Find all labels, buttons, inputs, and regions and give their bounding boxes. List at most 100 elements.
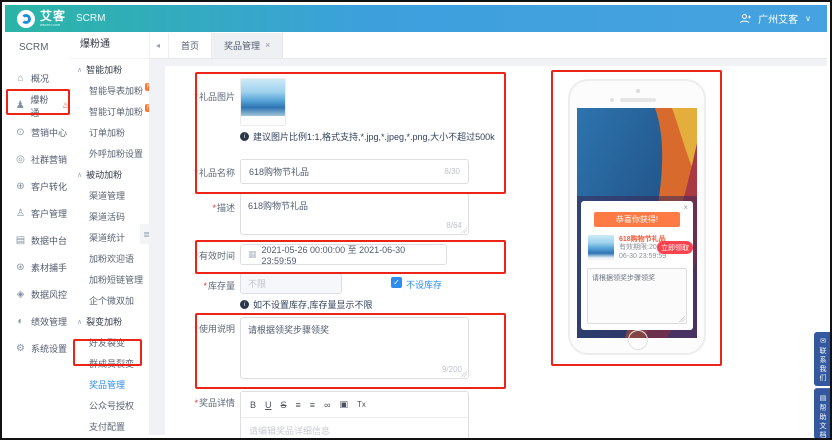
submenu-item-label: 渠道统计 bbox=[89, 231, 125, 244]
editor-image-icon[interactable]: ▣ bbox=[339, 399, 348, 410]
tab-bar: ◂ 首页 奖品管理 × bbox=[150, 32, 827, 59]
home-icon: ⌂ bbox=[15, 73, 26, 84]
calendar-icon: ▦ bbox=[248, 249, 257, 260]
gauge-icon: ◐ bbox=[15, 316, 26, 327]
claim-now-button[interactable]: 立即领取 bbox=[657, 241, 693, 254]
usage-textarea[interactable]: 请根据领奖步骤领奖 9/200 bbox=[240, 317, 469, 379]
submenu-item-smart-import-fan[interactable]: 智能导表加粉NEW bbox=[70, 80, 149, 101]
fan-user-icon: ♟ bbox=[15, 100, 25, 111]
gift-name-label: *礼品名称 bbox=[183, 166, 235, 179]
sidebar-item-material-hunter[interactable]: ⊛素材捕手 bbox=[5, 254, 70, 281]
editor-unordered-list-icon[interactable]: ≡ bbox=[310, 400, 315, 410]
phone-screen: × 恭喜你获得! 618购物节礼品 有效期限:2021-06-30 23:59:… bbox=[577, 108, 697, 338]
shield-icon: ◈ bbox=[15, 289, 26, 300]
phone-speaker-icon bbox=[620, 98, 656, 102]
chevron-down-icon: ∨ bbox=[805, 14, 811, 23]
description-value: 618购物节礼品 bbox=[248, 201, 308, 211]
submenu-group-passive-fan-add[interactable]: ∧被动加粉 bbox=[70, 164, 149, 185]
sidebar-item-customer-conversion[interactable]: ⊕客户转化 bbox=[5, 173, 70, 200]
sub-sidebar: 爆粉通 ∧智能加粉智能导表加粉NEW智能订单加粉NEW订单加粉外呼加粉设置∧被动… bbox=[70, 32, 150, 435]
submenu-group-fission-fan-add[interactable]: ∧裂变加粉 bbox=[70, 311, 149, 332]
submenu-group-smart-fan-add[interactable]: ∧智能加粉 bbox=[70, 59, 149, 80]
submenu-item-official-account-auth[interactable]: 公众号授权 bbox=[70, 395, 149, 416]
editor-clear-format-icon[interactable]: Tx bbox=[357, 400, 366, 409]
sidebar-title: SCRM bbox=[5, 32, 70, 65]
logo-text-block: 艾客 wscrm.com bbox=[40, 10, 66, 27]
submenu-item-outbound-fan-settings[interactable]: 外呼加粉设置 bbox=[70, 143, 149, 164]
submenu-item-channel-livecode[interactable]: 渠道活码 bbox=[70, 206, 149, 227]
collapse-arrow-icon: ∧ bbox=[77, 171, 82, 179]
left-sidebar: SCRM ⌂概况 ♟ 爆粉通 ♨ ⊙营销中心◎社群营销⊕客户转化♙客户管理▤数据中台⊛素… bbox=[5, 32, 71, 435]
sidebar-item-data-risk[interactable]: ◈ 数据风控 bbox=[5, 281, 70, 308]
submenu-item-qiwei-double-add[interactable]: 企个微双加 bbox=[70, 290, 149, 311]
submenu-item-label: 加粉短链管理 bbox=[89, 273, 143, 286]
submenu-item-label: 群成员裂变 bbox=[89, 357, 134, 370]
description-counter: 8/64 bbox=[446, 221, 462, 230]
sidebar-item-data-center[interactable]: ▤数据中台 bbox=[5, 227, 70, 254]
tab-prize-management[interactable]: 奖品管理 × bbox=[211, 33, 283, 58]
help-docs-label: 帮助文档 bbox=[820, 404, 827, 440]
popup-close-icon[interactable]: × bbox=[683, 203, 688, 212]
required-mark: * bbox=[194, 168, 198, 178]
hot-badge-icon: ♨ bbox=[62, 100, 70, 111]
prize-instructions-text: 请根据领奖步骤领奖 bbox=[592, 275, 655, 282]
editor-ordered-list-icon[interactable]: ≡ bbox=[296, 400, 301, 410]
logo-icon bbox=[17, 10, 35, 28]
sidebar-item-system-settings[interactable]: ⚙系统设置 bbox=[5, 335, 70, 362]
submenu-item-fan-welcome-message[interactable]: 加粉欢迎语 bbox=[70, 248, 149, 269]
prize-detail-label-text: 奖品详情 bbox=[199, 398, 235, 408]
tab-home[interactable]: 首页 bbox=[168, 33, 211, 58]
submenu-item-label: 公众号授权 bbox=[89, 399, 134, 412]
submenu-item-channel-stats[interactable]: 渠道统计 bbox=[70, 227, 149, 248]
sidebar-item-label: 绩效管理 bbox=[31, 315, 67, 328]
editor-link-icon[interactable]: ∞ bbox=[324, 400, 330, 410]
resize-grip-icon[interactable] bbox=[461, 227, 467, 233]
submenu-item-fan-shortlink-management[interactable]: 加粉短链管理 bbox=[70, 269, 149, 290]
contact-us-button[interactable]: ✉ 联系我们 bbox=[814, 332, 832, 386]
resize-grip-icon bbox=[679, 316, 685, 322]
topbar-user-area[interactable]: 广州艾客 ∨ bbox=[739, 11, 811, 26]
prize-instructions-box: 请根据领奖步骤领奖 bbox=[587, 268, 687, 324]
sidebar-item-label: 数据风控 bbox=[31, 288, 67, 301]
sidebar-item-customer-management[interactable]: ♙客户管理 bbox=[5, 200, 70, 227]
submenu-item-smart-order-fan[interactable]: 智能订单加粉NEW bbox=[70, 101, 149, 122]
gift-image-thumbnail[interactable] bbox=[240, 78, 286, 126]
editor-bold-icon[interactable]: B bbox=[250, 400, 256, 410]
contact-us-label: 联系我们 bbox=[820, 347, 827, 383]
sidebar-item-marketing-center[interactable]: ⊙营销中心 bbox=[5, 119, 70, 146]
sidebar-item-overview[interactable]: ⌂概况 bbox=[5, 65, 70, 92]
submenu-item-label: 智能导表加粉 bbox=[89, 84, 143, 97]
required-mark: * bbox=[194, 398, 198, 408]
sidebar-item-community-marketing[interactable]: ◎社群营销 bbox=[5, 146, 70, 173]
editor-strikethrough-icon[interactable]: S bbox=[281, 400, 287, 410]
tab-close-icon[interactable]: × bbox=[265, 40, 270, 50]
sidebar-item-performance-management[interactable]: ◐ 绩效管理 bbox=[5, 308, 70, 335]
submenu-item-prize-management[interactable]: 奖品管理 bbox=[70, 374, 149, 395]
resize-grip-icon[interactable] bbox=[461, 371, 467, 377]
collapse-arrow-icon: ∧ bbox=[77, 318, 82, 326]
valid-time-range-input[interactable]: ▦ 2021-05-26 00:00:00 至 2021-06-30 23:59… bbox=[240, 244, 447, 265]
submenu-item-friend-fission[interactable]: 好友裂变 bbox=[70, 332, 149, 353]
sidebar-item-fan-blast[interactable]: ♟ 爆粉通 ♨ bbox=[5, 92, 70, 119]
database-icon: ▤ bbox=[15, 235, 26, 246]
description-textarea[interactable]: 618购物节礼品 8/64 bbox=[240, 193, 469, 235]
sidebar-item-label: 爆粉通 bbox=[30, 93, 56, 119]
help-docs-button[interactable]: ▤ 帮助文档 bbox=[814, 388, 832, 439]
submenu-item-payment-config[interactable]: 支付配置 bbox=[70, 416, 149, 437]
editor-underline-icon[interactable]: U bbox=[265, 400, 272, 410]
gift-name-input[interactable]: 618购物节礼品 8/30 bbox=[240, 159, 469, 184]
info-icon: i bbox=[240, 132, 249, 141]
no-stock-checkbox-label[interactable]: 不设库存 bbox=[406, 278, 442, 291]
submenu-item-group-member-fission[interactable]: 群成员裂变 bbox=[70, 353, 149, 374]
gift-name-label-text: 礼品名称 bbox=[199, 168, 235, 178]
description-label-text: 描述 bbox=[217, 203, 235, 213]
submenu-item-channel-management[interactable]: 渠道管理 bbox=[70, 185, 149, 206]
stock-hint: i 如不设置库存,库存量显示不限 bbox=[240, 298, 373, 311]
submenu-item-order-fan[interactable]: 订单加粉 bbox=[70, 122, 149, 143]
no-stock-checkbox[interactable]: ✓ bbox=[391, 277, 402, 288]
stock-input[interactable]: 不限 bbox=[240, 273, 342, 294]
sidebar-item-label: 客户转化 bbox=[31, 180, 67, 193]
gift-name-counter: 8/30 bbox=[444, 167, 460, 176]
tabs-back-arrow-icon[interactable]: ◂ bbox=[156, 41, 160, 50]
editor-placeholder[interactable]: 请编辑奖品详细信息 bbox=[241, 418, 468, 440]
